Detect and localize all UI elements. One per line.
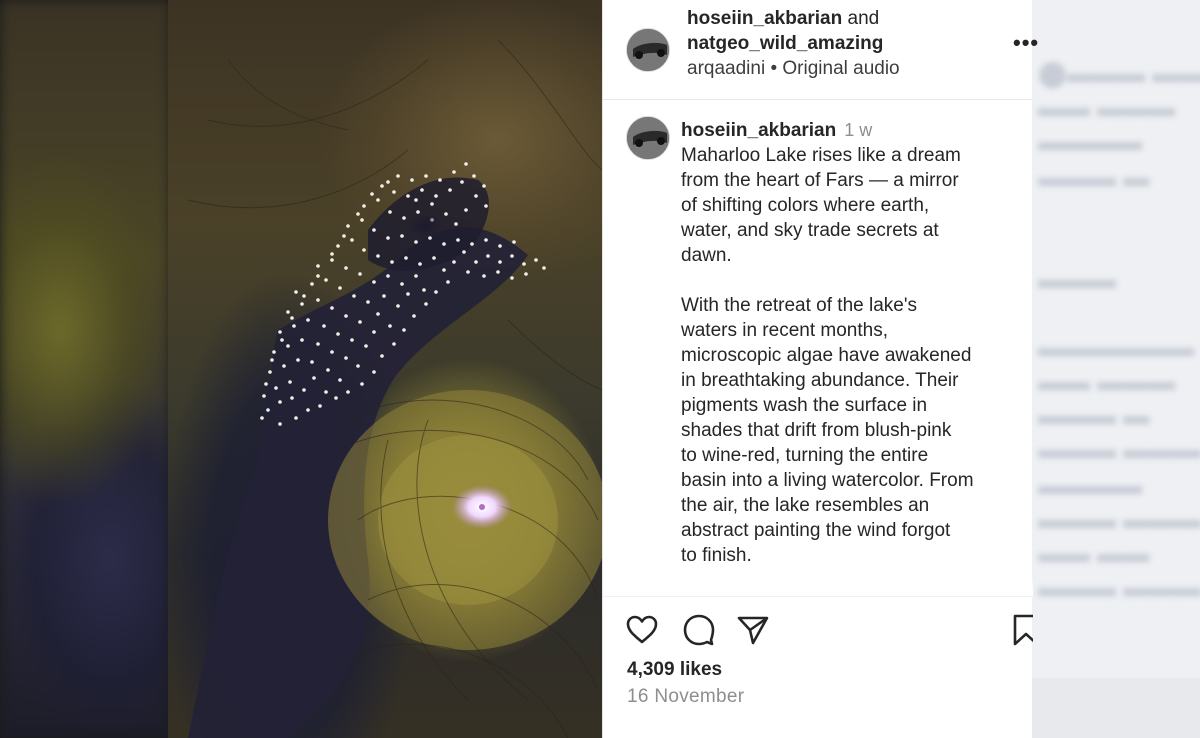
blurred-text-ghost: ▬▬▬ ▬ <box>1038 162 1150 192</box>
author-username[interactable]: hoseiin_akbarian <box>687 8 842 29</box>
post-photo[interactable] <box>168 0 602 738</box>
blurred-text-ghost: ▬▬ ▬▬ <box>1038 538 1150 568</box>
caption-paragraph-2: With the retreat of the lake's waters in… <box>681 295 974 566</box>
avatar-image <box>627 29 669 71</box>
comment-icon-shape <box>683 614 715 646</box>
audio-line[interactable]: arqaadini • Original audio <box>687 56 1007 81</box>
post-header: hoseiin_akbarian and natgeo_wild_amazing… <box>603 0 1038 100</box>
bookmark-icon-shape <box>1013 614 1033 646</box>
caption-fade <box>603 574 1033 596</box>
action-bar: 4,309 likes 16 November <box>603 596 1033 738</box>
caption-username[interactable]: hoseiin_akbarian <box>681 120 836 141</box>
post-detail-panel: hoseiin_akbarian and natgeo_wild_amazing… <box>602 0 1038 738</box>
blurred-text-ghost: ▬▬▬▬ <box>1038 126 1142 156</box>
bookmark-icon[interactable] <box>1009 613 1033 647</box>
author-line: hoseiin_akbarian and <box>687 6 1007 31</box>
lake-aerial-image <box>187 39 602 738</box>
share-icon[interactable] <box>736 613 770 647</box>
more-options-icon[interactable]: ••• <box>1013 30 1039 56</box>
author-avatar[interactable] <box>626 28 670 72</box>
post-date: 16 November <box>627 686 745 707</box>
and-text: and <box>847 8 880 29</box>
blurred-background-right: ⬤▬▬▬ ▬▬ ▬▬ ▬▬▬ ▬▬▬▬ ▬▬▬ ▬ ▬▬▬ ▬▬▬▬▬▬ ▬▬ … <box>1032 0 1200 738</box>
blurred-text-ghost: ▬▬ ▬▬▬ <box>1038 92 1176 122</box>
blurred-footer <box>1032 678 1200 738</box>
blurred-text-ghost: ▬▬▬ ▬▬▬ <box>1038 434 1200 464</box>
blurred-text-ghost: ▬▬ ▬▬▬ <box>1038 366 1176 396</box>
avatar-image <box>627 117 669 159</box>
collaborator-username[interactable]: natgeo_wild_amazing <box>687 31 1007 56</box>
share-icon-shape <box>737 616 769 645</box>
post-header-text: hoseiin_akbarian and natgeo_wild_amazing… <box>687 6 1007 81</box>
blurred-text-ghost: ▬▬▬▬ <box>1038 470 1142 500</box>
heart-icon-shape <box>626 615 658 644</box>
caption-text: hoseiin_akbarian 1 w Maharloo Lake rises … <box>681 118 1031 568</box>
blurred-text-ghost: ▬▬▬ ▬▬▬ <box>1038 572 1200 602</box>
caption-timestamp: 1 w <box>844 120 873 140</box>
blurred-text-ghost: ▬▬▬ <box>1038 264 1116 294</box>
like-count[interactable]: 4,309 likes <box>627 659 722 681</box>
caption-author-avatar[interactable] <box>626 116 670 160</box>
blurred-text-ghost: ▬▬▬▬▬▬ <box>1038 332 1194 362</box>
blurred-text-ghost: ⬤▬▬▬ ▬▬ <box>1038 58 1200 88</box>
blurred-text-ghost: ▬▬▬ ▬ <box>1038 400 1150 430</box>
comment-icon[interactable] <box>682 613 716 647</box>
blurred-text-ghost: ▬▬▬ ▬▬▬ <box>1038 504 1200 534</box>
heart-icon[interactable] <box>625 613 659 647</box>
caption-paragraph-1: Maharloo Lake rises like a dream from th… <box>681 145 961 266</box>
blurred-background-left <box>0 0 170 738</box>
caption-area: hoseiin_akbarian 1 w Maharloo Lake rises … <box>603 100 1033 596</box>
